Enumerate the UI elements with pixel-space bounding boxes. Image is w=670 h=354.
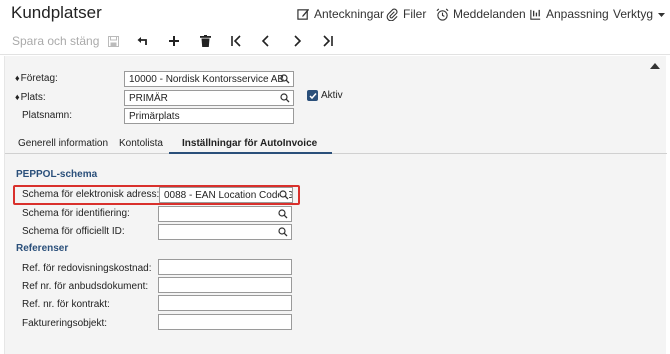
required-marker: ♦ (15, 73, 20, 83)
title-bar: Kundplatser Anteckningar Filer Meddeland… (0, 0, 670, 27)
electronic-address-scheme-field[interactable]: 0088 - EAN Location Code/GL (159, 187, 293, 203)
notes-button[interactable]: Anteckningar (297, 7, 384, 21)
edit-note-icon (297, 8, 310, 20)
first-record-icon (231, 35, 241, 47)
save-button[interactable] (103, 31, 123, 51)
tools-label: Verktyg (613, 7, 654, 21)
alarm-clock-icon (436, 8, 449, 21)
cost-accounting-ref-field[interactable] (158, 259, 292, 275)
previous-record-button[interactable] (256, 31, 276, 51)
site-name-field[interactable]: Primärplats (124, 108, 294, 124)
customize-icon (530, 9, 541, 20)
search-icon[interactable] (280, 74, 290, 84)
tab-general-information[interactable]: Generell information (18, 138, 108, 149)
tender-document-ref-field[interactable] (158, 277, 292, 293)
site-name-label: Platsnamn: (22, 110, 73, 121)
add-icon (169, 36, 179, 46)
collapse-panel-icon[interactable] (650, 63, 660, 69)
peppol-section-heading: PEPPOL-schema (16, 169, 98, 180)
site-field[interactable]: PRIMÄR (124, 90, 294, 106)
references-section-heading: Referenser (16, 243, 69, 254)
page-title: Kundplatser (11, 3, 102, 22)
delete-button[interactable] (195, 31, 215, 51)
company-field[interactable]: 10000 - Nordisk Kontorsservice AB (124, 71, 294, 87)
search-icon[interactable] (278, 227, 288, 237)
messages-label: Meddelanden (453, 7, 526, 21)
identification-scheme-label: Schema för identifiering: (22, 208, 130, 219)
files-label: Filer (403, 7, 427, 21)
last-record-button[interactable] (318, 31, 338, 51)
cost-accounting-ref-label: Ref. för redovisningskostnad: (22, 263, 152, 274)
customize-label: Anpassning (546, 7, 609, 21)
search-icon[interactable] (279, 190, 289, 200)
messages-button[interactable]: Meddelanden (436, 7, 526, 21)
required-marker: ♦ (15, 92, 20, 102)
next-record-icon (294, 35, 302, 47)
active-checkbox[interactable] (307, 90, 318, 101)
customize-button[interactable]: Anpassning (529, 7, 609, 21)
undo-icon (137, 37, 147, 45)
undo-button[interactable] (133, 31, 153, 51)
save-and-close-button[interactable]: Spara och stäng (12, 34, 99, 48)
search-icon[interactable] (278, 209, 288, 219)
site-label: ♦Plats: (15, 92, 46, 103)
save-icon (107, 35, 119, 47)
previous-record-icon (261, 35, 269, 47)
official-id-scheme-label: Schema för officiellt ID: (22, 226, 125, 237)
paperclip-icon (386, 8, 398, 21)
search-icon[interactable] (280, 93, 290, 103)
tender-document-ref-label: Ref nr. för anbudsdokument: (22, 281, 149, 292)
identification-scheme-field[interactable] (158, 206, 292, 222)
toolbar: Spara och stäng (0, 27, 670, 55)
billing-object-label: Faktureringsobjekt: (22, 318, 108, 329)
chevron-down-icon (658, 12, 666, 17)
company-label: ♦Företag: (15, 73, 58, 84)
form-panel: ♦Företag: 10000 - Nordisk Kontorsservice… (4, 56, 667, 354)
active-label: Aktiv (321, 90, 343, 101)
first-record-button[interactable] (226, 31, 246, 51)
delete-icon (199, 35, 211, 47)
add-button[interactable] (164, 31, 184, 51)
tab-bar: Generell information Kontolista Inställn… (5, 138, 667, 154)
electronic-address-scheme-label: Schema för elektronisk adress: (22, 189, 160, 200)
checkmark-icon (308, 92, 317, 99)
tab-account-list[interactable]: Kontolista (119, 138, 163, 149)
tools-menu[interactable]: Verktyg (613, 7, 666, 21)
last-record-icon (323, 35, 333, 47)
contract-ref-label: Ref. nr. för kontrakt: (22, 299, 110, 310)
notes-label: Anteckningar (314, 7, 385, 21)
files-button[interactable]: Filer (386, 7, 426, 21)
contract-ref-field[interactable] (158, 295, 292, 311)
billing-object-field[interactable] (158, 314, 292, 330)
next-record-button[interactable] (287, 31, 307, 51)
official-id-scheme-field[interactable] (158, 224, 292, 240)
tab-autoinvoice-settings[interactable]: Inställningar för AutoInvoice (169, 138, 333, 154)
